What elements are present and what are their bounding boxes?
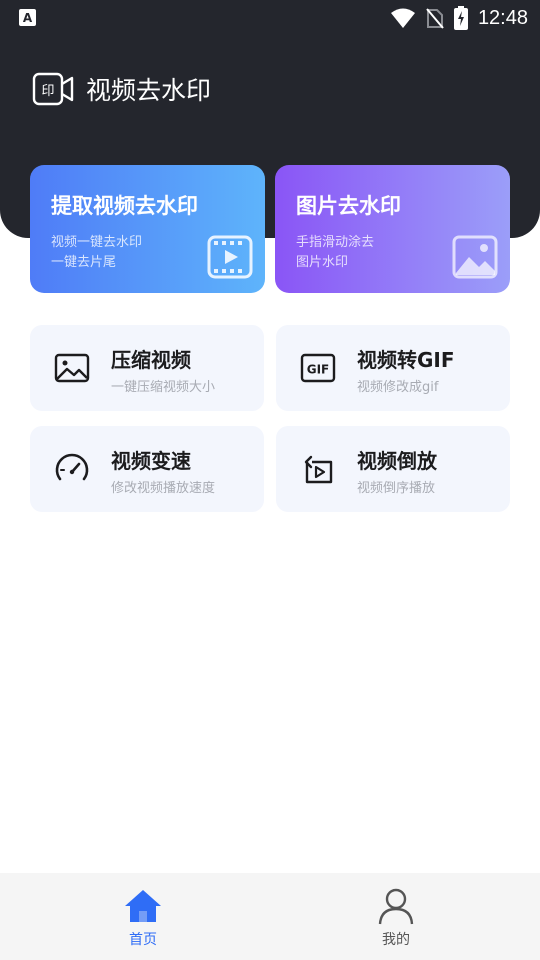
no-sim-icon xyxy=(426,8,444,29)
tool-subtitle: 视频修改成gif xyxy=(357,380,439,395)
status-icons: 12:48 xyxy=(390,4,528,32)
home-icon xyxy=(125,890,161,922)
tool-subtitle: 一键压缩视频大小 xyxy=(111,380,216,395)
video-stamp-logo-icon: 印 xyxy=(32,72,74,106)
image-compress-icon xyxy=(54,353,90,383)
image-icon xyxy=(452,235,498,279)
tool-title: 视频倒放 xyxy=(357,449,437,473)
nav-mine[interactable]: 我的 xyxy=(346,873,446,960)
card-subtitle-line1: 视频一键去水印 xyxy=(51,235,143,250)
tool-title: 视频转GIF xyxy=(357,348,455,372)
nav-mine-label: 我的 xyxy=(382,932,410,948)
nav-home[interactable]: 首页 xyxy=(93,873,193,960)
app-title: 视频去水印 xyxy=(86,76,212,105)
card-title: 提取视频去水印 xyxy=(51,194,198,218)
video-reverse-card[interactable]: 视频倒放 视频倒序播放 xyxy=(276,426,510,512)
card-title: 图片去水印 xyxy=(296,194,401,218)
clock: 12:48 xyxy=(477,6,528,29)
reverse-play-icon xyxy=(304,455,333,484)
extract-video-watermark-card[interactable]: 提取视频去水印 视频一键去水印 一键去片尾 xyxy=(30,165,265,293)
svg-text:印: 印 xyxy=(41,84,54,99)
card-subtitle-line2: 图片水印 xyxy=(296,255,349,270)
battery-charging-icon xyxy=(453,6,468,30)
user-icon xyxy=(378,888,414,925)
compress-video-card[interactable]: 压缩视频 一键压缩视频大小 xyxy=(30,325,264,411)
app-title-row: 印 视频去水印 xyxy=(32,70,211,108)
nav-home-label: 首页 xyxy=(129,932,157,948)
gif-icon: GIF xyxy=(300,353,336,383)
bottom-navigation: 首页 我的 xyxy=(0,873,540,960)
tool-subtitle: 视频倒序播放 xyxy=(357,481,436,496)
card-subtitle-line1: 手指滑动涂去 xyxy=(296,235,375,250)
svg-text:GIF: GIF xyxy=(307,363,330,377)
image-watermark-card[interactable]: 图片去水印 手指滑动涂去 图片水印 xyxy=(275,165,510,293)
tool-subtitle: 修改视频播放速度 xyxy=(111,481,216,496)
video-to-gif-card[interactable]: GIF 视频转GIF 视频修改成gif xyxy=(276,325,510,411)
film-play-icon xyxy=(207,235,253,279)
video-speed-card[interactable]: 视频变速 修改视频播放速度 xyxy=(30,426,264,512)
tool-title: 视频变速 xyxy=(111,449,191,473)
speedometer-icon xyxy=(55,453,89,481)
status-bar: A 12:48 xyxy=(0,0,540,36)
card-subtitle-line2: 一键去片尾 xyxy=(51,255,117,270)
wifi-icon xyxy=(390,8,415,28)
notification-badge-icon: A xyxy=(19,9,36,26)
tool-title: 压缩视频 xyxy=(111,348,191,372)
